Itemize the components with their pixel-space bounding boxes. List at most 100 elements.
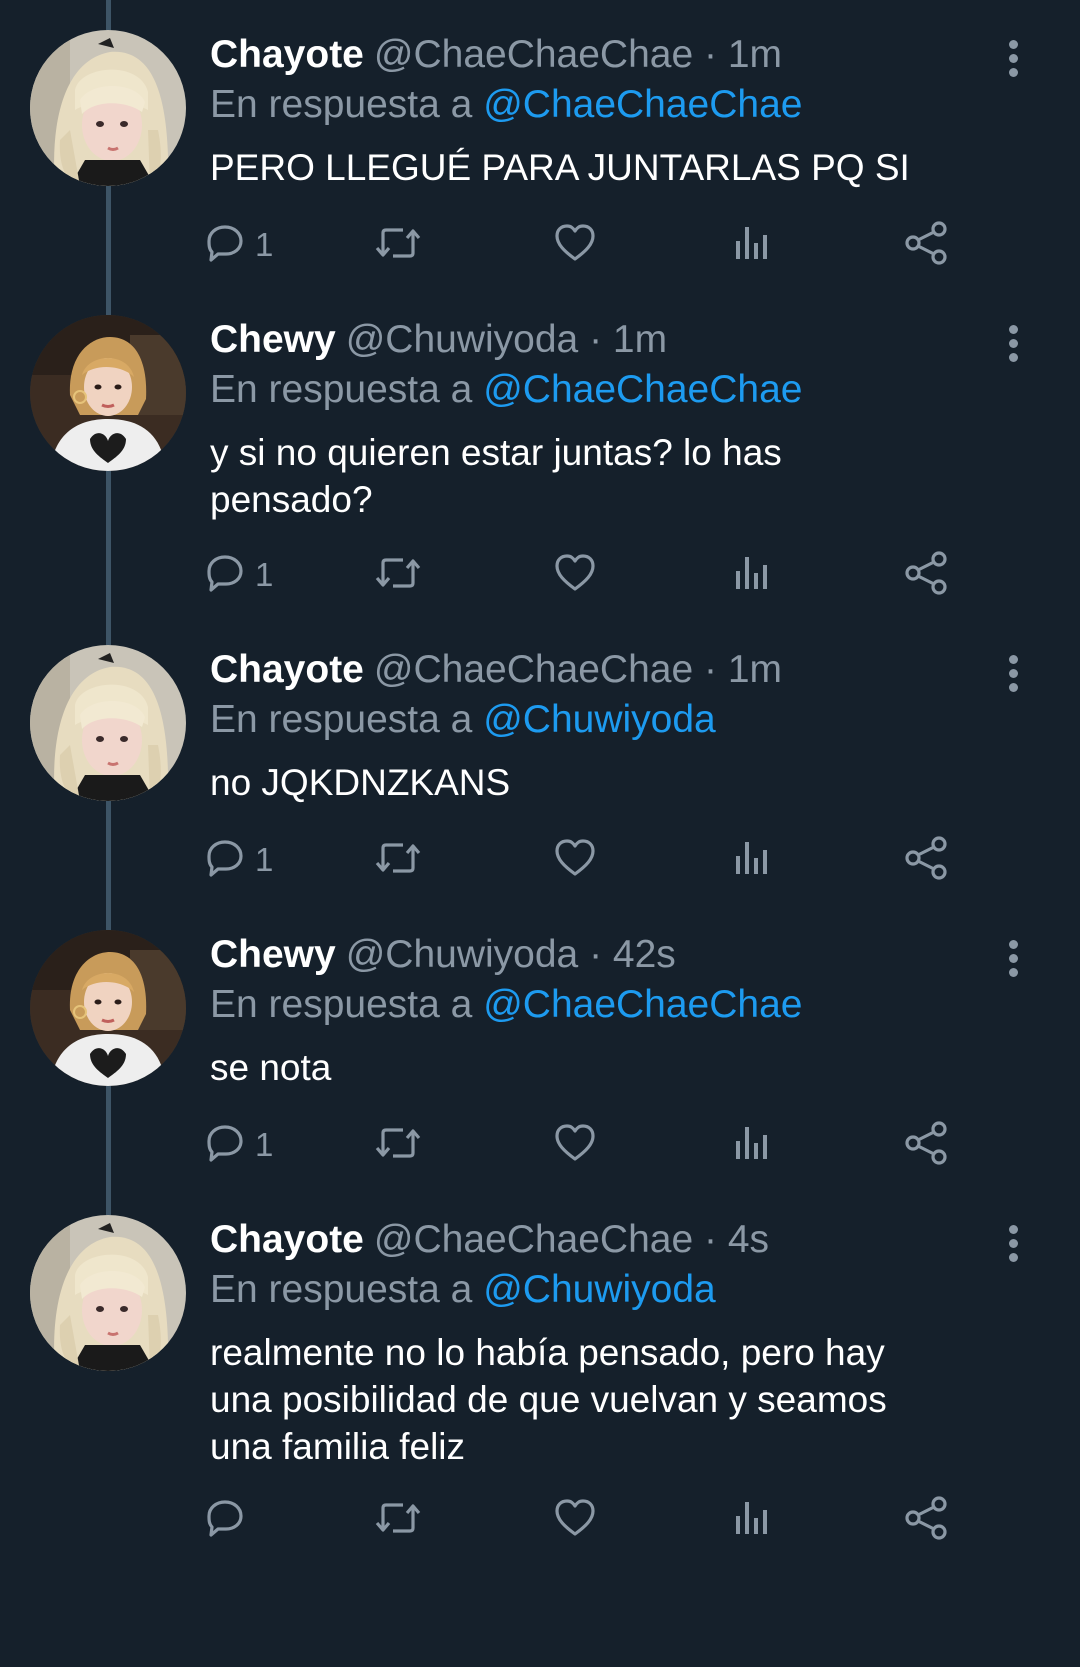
more-options-icon[interactable] — [1006, 940, 1020, 980]
like-button[interactable] — [552, 215, 598, 275]
tweet[interactable]: Chayote @ChaeChaeChae · 1m En respuesta a … — [0, 645, 1080, 890]
timestamp[interactable]: 42s — [613, 933, 676, 976]
retweet-button[interactable] — [373, 1490, 423, 1550]
analytics-button[interactable] — [732, 830, 772, 890]
retweet-icon — [373, 551, 423, 600]
reply-prefix: En respuesta a — [210, 1268, 473, 1311]
retweet-button[interactable] — [373, 215, 423, 275]
analytics-button[interactable] — [732, 1115, 772, 1175]
tweet-actions: 1 — [0, 1115, 1080, 1175]
reply-context: En respuesta a @Chuwiyoda — [210, 695, 1020, 745]
analytics-button[interactable] — [732, 215, 772, 275]
tweet[interactable]: Chayote @ChaeChaeChae · 1m En respuesta a … — [0, 30, 1080, 275]
reply-prefix: En respuesta a — [210, 368, 473, 411]
reply-button[interactable]: 1 — [203, 545, 273, 605]
retweet-button[interactable] — [373, 1115, 423, 1175]
separator-dot: · — [693, 33, 728, 76]
user-handle[interactable]: @ChaeChaeChae — [374, 1218, 693, 1261]
share-icon — [903, 220, 949, 271]
user-handle[interactable]: @Chuwiyoda — [346, 318, 579, 361]
mention-link[interactable]: @ChaeChaeChae — [483, 368, 802, 411]
share-button[interactable] — [903, 545, 949, 605]
timestamp[interactable]: 1m — [728, 648, 782, 691]
tweet-actions: 1 — [0, 830, 1080, 890]
share-button[interactable] — [903, 1115, 949, 1175]
tweet-content: Chayote @ChaeChaeChae · 1m En respuesta a … — [210, 645, 1020, 806]
like-button[interactable] — [552, 545, 598, 605]
display-name[interactable]: Chayote — [210, 33, 364, 76]
tweet-text: se nota — [210, 1047, 332, 1088]
display-name[interactable]: Chayote — [210, 648, 364, 691]
avatar[interactable] — [30, 1215, 186, 1371]
more-options-icon[interactable] — [1006, 655, 1020, 695]
display-name[interactable]: Chewy — [210, 318, 336, 361]
reply-count: 1 — [255, 1126, 274, 1163]
analytics-icon — [732, 221, 772, 270]
reply-button[interactable]: 1 — [203, 1115, 273, 1175]
like-button[interactable] — [552, 1115, 598, 1175]
tweet-header: Chayote @ChaeChaeChae · 4s — [210, 1215, 1020, 1265]
like-icon — [552, 836, 598, 885]
tweet-content: Chayote @ChaeChaeChae · 4s En respuesta a … — [210, 1215, 1020, 1470]
retweet-button[interactable] — [373, 830, 423, 890]
reply-context: En respuesta a @ChaeChaeChae — [210, 80, 1020, 130]
tweet-actions — [0, 1490, 1080, 1550]
display-name[interactable]: Chewy — [210, 933, 336, 976]
tweet[interactable]: Chewy @Chuwiyoda · 42s En respuesta a @Cha… — [0, 930, 1080, 1175]
timestamp[interactable]: 1m — [728, 33, 782, 76]
retweet-button[interactable] — [373, 545, 423, 605]
tweet-header: Chayote @ChaeChaeChae · 1m — [210, 645, 1020, 695]
analytics-button[interactable] — [732, 1490, 772, 1550]
reply-button[interactable]: 1 — [203, 830, 273, 890]
mention-link[interactable]: @ChaeChaeChae — [483, 983, 802, 1026]
retweet-icon — [373, 836, 423, 885]
more-options-icon[interactable] — [1006, 1225, 1020, 1265]
avatar[interactable] — [30, 930, 186, 1086]
like-button[interactable] — [552, 1490, 598, 1550]
tweet-content: Chewy @Chuwiyoda · 42s En respuesta a @Cha… — [210, 930, 1020, 1091]
separator-dot: · — [693, 648, 728, 691]
share-icon — [903, 1495, 949, 1546]
reply-button[interactable] — [203, 1490, 255, 1550]
mention-link[interactable]: @ChaeChaeChae — [483, 83, 802, 126]
tweet[interactable]: Chayote @ChaeChaeChae · 4s En respuesta a … — [0, 1215, 1080, 1550]
separator-dot: · — [578, 318, 613, 361]
share-icon — [903, 1120, 949, 1171]
tweet-actions: 1 — [0, 215, 1080, 275]
tweet[interactable]: Chewy @Chuwiyoda · 1m En respuesta a @Chae… — [0, 315, 1080, 605]
share-icon — [903, 550, 949, 601]
tweet-text: no JQKDNZKANS — [210, 762, 511, 803]
separator-dot: · — [578, 933, 613, 976]
user-handle[interactable]: @ChaeChaeChae — [374, 648, 693, 691]
more-options-icon[interactable] — [1006, 325, 1020, 365]
user-handle[interactable]: @Chuwiyoda — [346, 933, 579, 976]
avatar[interactable] — [30, 315, 186, 471]
analytics-icon — [732, 551, 772, 600]
avatar[interactable] — [30, 30, 186, 186]
tweet-header: Chewy @Chuwiyoda · 1m — [210, 315, 1020, 365]
share-button[interactable] — [903, 215, 949, 275]
timestamp[interactable]: 1m — [613, 318, 667, 361]
reply-context: En respuesta a @ChaeChaeChae — [210, 980, 1020, 1030]
share-button[interactable] — [903, 1490, 949, 1550]
timestamp[interactable]: 4s — [728, 1218, 769, 1261]
retweet-icon — [373, 221, 423, 270]
reply-button[interactable]: 1 — [203, 215, 273, 275]
reply-prefix: En respuesta a — [210, 983, 473, 1026]
analytics-button[interactable] — [732, 545, 772, 605]
mention-link[interactable]: @Chuwiyoda — [483, 698, 716, 741]
more-options-icon[interactable] — [1006, 40, 1020, 80]
mention-link[interactable]: @Chuwiyoda — [483, 1268, 716, 1311]
display-name[interactable]: Chayote — [210, 1218, 364, 1261]
like-icon — [552, 1121, 598, 1170]
reply-count: 1 — [255, 841, 274, 878]
reply-icon — [203, 836, 247, 885]
like-icon — [552, 1496, 598, 1545]
like-button[interactable] — [552, 830, 598, 890]
retweet-icon — [373, 1496, 423, 1545]
share-button[interactable] — [903, 830, 949, 890]
reply-count: 1 — [255, 556, 274, 593]
user-handle[interactable]: @ChaeChaeChae — [374, 33, 693, 76]
share-icon — [903, 835, 949, 886]
avatar[interactable] — [30, 645, 186, 801]
